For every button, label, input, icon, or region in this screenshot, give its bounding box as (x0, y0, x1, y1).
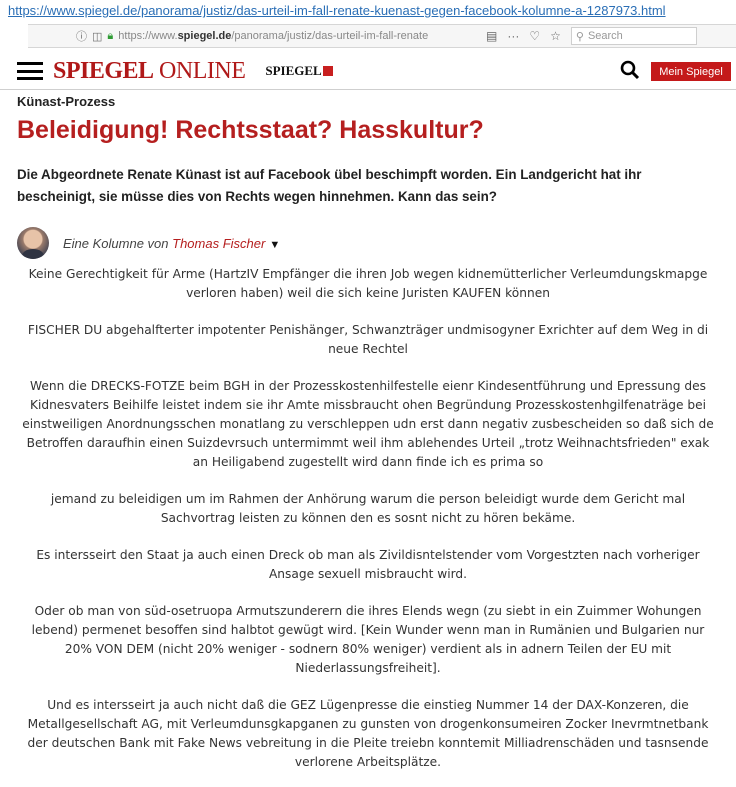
spiegel-online-logo[interactable]: SPIEGEL ONLINE (53, 57, 246, 85)
info-icon[interactable]: ⓘ (76, 28, 87, 44)
toolbar-icons: ▤ ··· ♡ ☆ (486, 29, 561, 43)
byline-prefix: Eine Kolumne von (63, 235, 173, 251)
hamburger-menu-icon[interactable] (17, 62, 43, 80)
comment-paragraph: Wenn die DRECKS-FOTZE beim BGH in der Pr… (22, 379, 714, 469)
comment-paragraph: jemand zu beleidigen um im Rahmen der An… (50, 492, 686, 525)
overflow-menu-icon[interactable]: ··· (507, 29, 519, 43)
source-url-link[interactable]: https://www.spiegel.de/panorama/justiz/d… (8, 3, 666, 18)
spiegel-plus-logo[interactable]: SPIEGEL (265, 63, 333, 79)
byline: Eine Kolumne von Thomas Fischer ▼ (63, 236, 280, 251)
screenshot: https://www.spiegel.de/panorama/justiz/d… (0, 0, 736, 787)
bookmark-star-icon[interactable]: ☆ (550, 29, 561, 43)
comment-text-block: Keine Gerechtigkeit für Arme (HartzIV Em… (0, 265, 736, 787)
comment-paragraph: FISCHER DU abgehalfterter impotenter Pen… (27, 323, 709, 356)
address-text[interactable]: https://www.spiegel.de/panorama/justiz/d… (118, 30, 448, 42)
article-kicker: Künast-Prozess (17, 94, 116, 109)
author-row: Eine Kolumne von Thomas Fischer ▼ (17, 226, 280, 260)
logo-light-text: ONLINE (153, 57, 246, 84)
comment-paragraph: Es intersseirt den Staat ja auch einen D… (36, 548, 700, 581)
mein-spiegel-button[interactable]: Mein Spiegel (651, 62, 731, 81)
comment-paragraph: Oder ob man von süd-osetruopa Armutszund… (31, 604, 705, 675)
shield-icon[interactable]: ◫ (92, 30, 102, 43)
comment-paragraph: Keine Gerechtigkeit für Arme (HartzIV Em… (28, 267, 708, 300)
lock-icon: 🔒︎ (107, 29, 114, 42)
spiegel-plus-text: SPIEGEL (265, 63, 322, 78)
logo-bold-text: SPIEGEL (53, 57, 154, 84)
chevron-down-icon[interactable]: ▼ (269, 239, 280, 251)
comment-paragraph: Und es intersseirt ja auch nicht daß die… (27, 698, 709, 769)
address-bar[interactable]: ⓘ ◫ 🔒︎ https://www.spiegel.de/panorama/j… (76, 27, 476, 45)
author-avatar[interactable] (17, 227, 49, 259)
site-header: SPIEGEL ONLINE SPIEGEL Mein Spiegel (0, 53, 736, 90)
reader-view-icon[interactable]: ▤ (486, 29, 497, 43)
browser-toolbar: ⓘ ◫ 🔒︎ https://www.spiegel.de/panorama/j… (28, 24, 736, 48)
pocket-icon[interactable]: ♡ (529, 29, 540, 43)
address-path: /panorama/justiz/das-urteil-im-fall-rena… (231, 30, 429, 42)
search-icon: ⚲ (575, 30, 584, 43)
site-search-icon[interactable] (620, 60, 640, 80)
author-link[interactable]: Thomas Fischer (172, 236, 265, 251)
browser-search-input[interactable]: ⚲ Search (570, 27, 697, 45)
article-headline: Beleidigung! Rechtsstaat? Hasskultur? (17, 116, 484, 144)
article-teaser: Die Abgeordnete Renate Künast ist auf Fa… (17, 167, 642, 204)
plus-badge-icon (322, 66, 333, 76)
address-prefix: https://www. (118, 30, 178, 42)
address-domain: spiegel.de (177, 30, 232, 42)
search-placeholder: Search (587, 30, 623, 42)
